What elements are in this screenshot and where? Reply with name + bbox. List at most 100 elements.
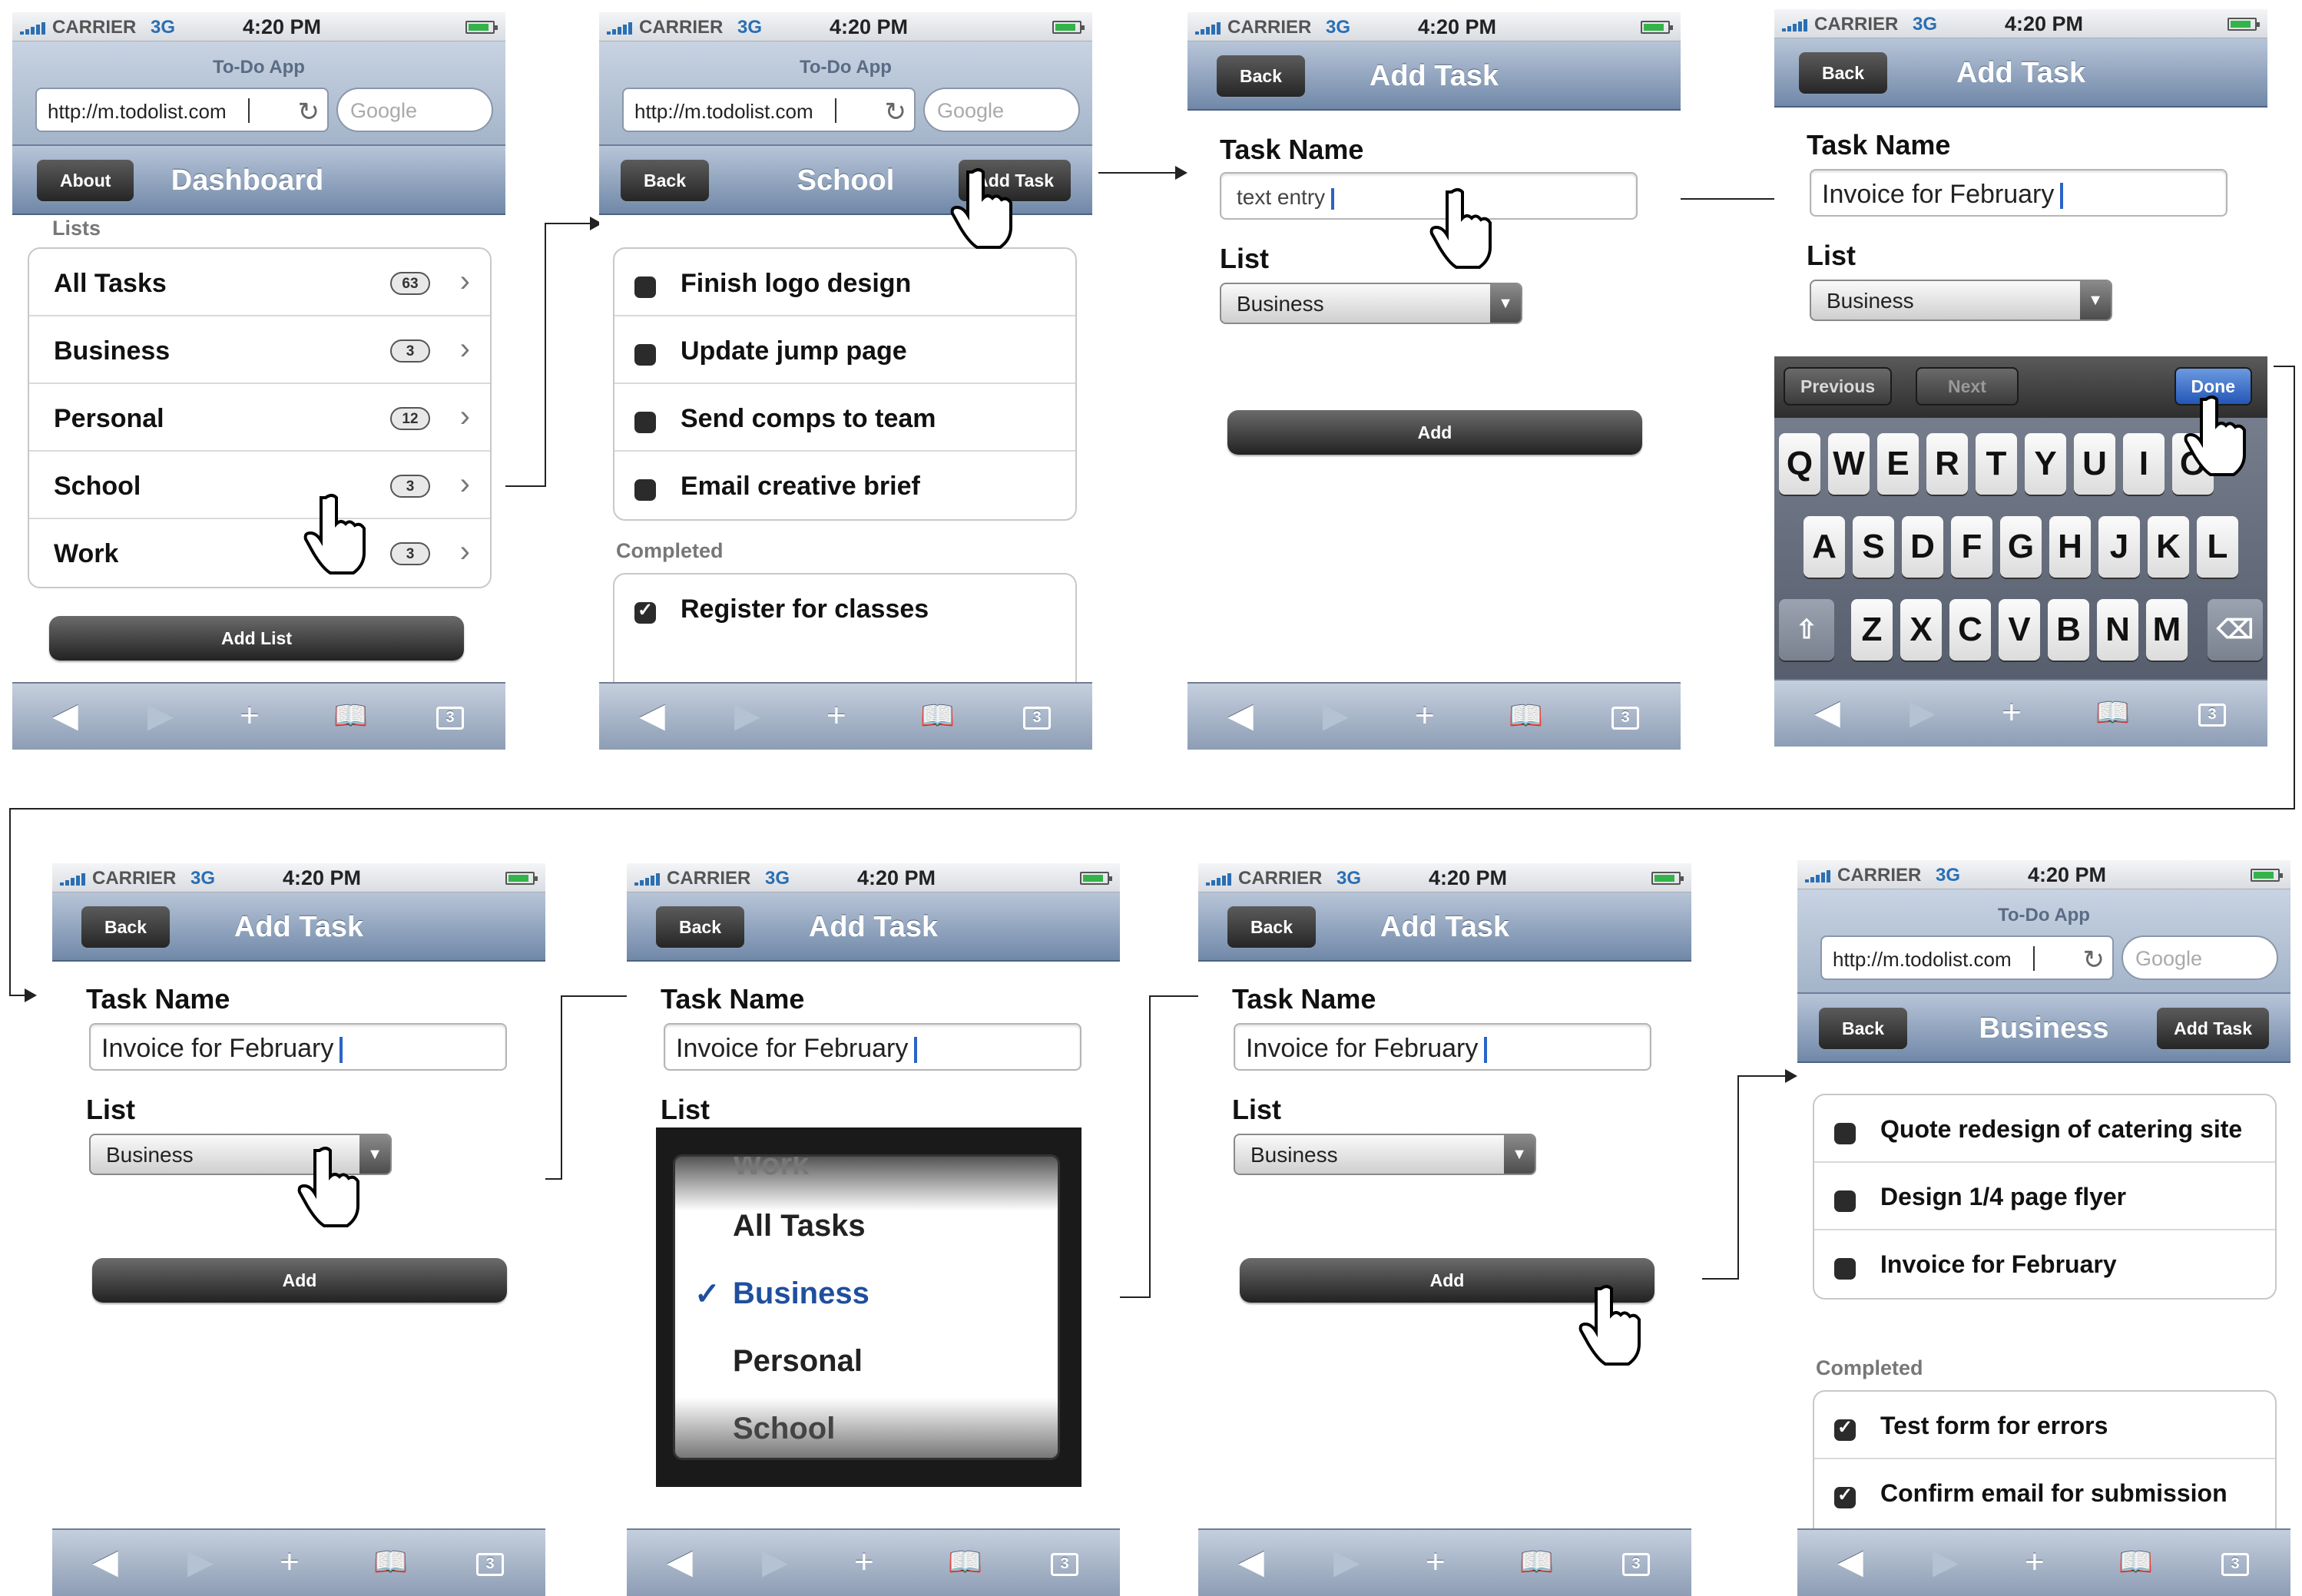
search-input[interactable]: Google — [923, 88, 1080, 132]
url-field[interactable]: http://m.todolist.com ↻ — [622, 88, 916, 132]
forward-arrow-icon[interactable]: ▶ — [147, 696, 174, 736]
back-arrow-icon[interactable]: ◀ — [1238, 1542, 1264, 1582]
add-bookmark-icon[interactable]: + — [2002, 693, 2022, 733]
add-task-button[interactable]: Add Task — [2157, 1008, 2269, 1049]
checkbox[interactable] — [634, 412, 656, 433]
bookmarks-icon[interactable]: 📖 — [2118, 1542, 2153, 1582]
back-arrow-icon[interactable]: ◀ — [92, 1542, 118, 1582]
bookmarks-icon[interactable]: 📖 — [920, 696, 955, 736]
reload-icon[interactable]: ↻ — [2083, 945, 2105, 975]
key[interactable]: M — [2146, 599, 2188, 661]
key[interactable]: U — [2074, 433, 2115, 495]
back-arrow-icon[interactable]: ◀ — [1814, 693, 1840, 733]
bookmarks-icon[interactable]: 📖 — [1519, 1542, 1554, 1582]
key[interactable]: K — [2148, 516, 2189, 578]
bookmarks-icon[interactable]: 📖 — [333, 696, 368, 736]
task-name-field[interactable]: Invoice for February — [1234, 1023, 1651, 1071]
list-item[interactable]: Send comps to team — [614, 384, 1075, 452]
checkbox-checked[interactable] — [1834, 1484, 1856, 1508]
list-item[interactable]: Invoice for February — [1814, 1230, 2275, 1298]
back-arrow-icon[interactable]: ◀ — [52, 696, 78, 736]
url-field[interactable]: http://m.todolist.com ↻ — [35, 88, 329, 132]
list-item[interactable]: Personal 12 › — [29, 384, 490, 452]
previous-button[interactable]: Previous — [1784, 367, 1893, 406]
key[interactable]: S — [1853, 516, 1894, 578]
url-field[interactable]: http://m.todolist.com ↻ — [1820, 935, 2114, 980]
delete-key-icon[interactable]: ⌫ — [2208, 599, 2263, 661]
add-button[interactable]: Add — [1240, 1258, 1654, 1303]
key[interactable]: G — [2000, 516, 2042, 578]
key[interactable]: C — [1949, 599, 1991, 661]
key[interactable]: J — [2098, 516, 2140, 578]
add-bookmark-icon[interactable]: + — [1415, 696, 1435, 736]
next-button[interactable]: Next — [1916, 367, 2019, 406]
key[interactable]: D — [1902, 516, 1943, 578]
checkbox[interactable] — [634, 276, 656, 298]
key[interactable]: N — [2097, 599, 2138, 661]
picker-option-selected[interactable]: Business — [733, 1276, 869, 1311]
reload-icon[interactable]: ↻ — [885, 97, 907, 127]
key[interactable]: X — [1900, 599, 1942, 661]
task-name-field[interactable]: text entry — [1220, 172, 1638, 220]
task-name-field[interactable]: Invoice for February — [664, 1023, 1081, 1071]
checkbox[interactable] — [1834, 1123, 1856, 1144]
list-item[interactable]: Business 3 › — [29, 316, 490, 384]
forward-arrow-icon[interactable]: ▶ — [187, 1542, 214, 1582]
add-bookmark-icon[interactable]: + — [854, 1542, 874, 1582]
forward-arrow-icon[interactable]: ▶ — [1910, 693, 1936, 733]
add-list-button[interactable]: Add List — [49, 616, 464, 661]
search-input[interactable]: Google — [2121, 935, 2278, 980]
key[interactable]: H — [2049, 516, 2091, 578]
add-button[interactable]: Add — [1227, 410, 1642, 455]
list-item[interactable]: Quote redesign of catering site — [1814, 1095, 2275, 1163]
key[interactable]: L — [2197, 516, 2238, 578]
pages-icon[interactable]: 3 — [476, 1553, 504, 1576]
pages-icon[interactable]: 3 — [1051, 1553, 1078, 1576]
back-arrow-icon[interactable]: ◀ — [1837, 1542, 1863, 1582]
bookmarks-icon[interactable]: 📖 — [1509, 696, 1543, 736]
bookmarks-icon[interactable]: 📖 — [948, 1542, 982, 1582]
bookmarks-icon[interactable]: 📖 — [373, 1542, 408, 1582]
key[interactable]: W — [1828, 433, 1870, 495]
list-item[interactable]: Work 3 › — [29, 519, 490, 587]
pages-icon[interactable]: 3 — [1611, 707, 1639, 730]
checkbox[interactable] — [1834, 1190, 1856, 1212]
pages-icon[interactable]: 3 — [2198, 704, 2226, 727]
checkbox-checked[interactable] — [1834, 1416, 1856, 1441]
add-bookmark-icon[interactable]: + — [2025, 1542, 2045, 1582]
add-bookmark-icon[interactable]: + — [280, 1542, 300, 1582]
key[interactable]: I — [2123, 433, 2165, 495]
task-name-field[interactable]: Invoice for February — [89, 1023, 507, 1071]
list-select[interactable]: Business ▼ — [1810, 280, 2112, 321]
checkbox[interactable] — [1834, 1258, 1856, 1280]
key[interactable]: Z — [1851, 599, 1893, 661]
list-select[interactable]: Business ▼ — [1220, 283, 1522, 324]
shift-key-icon[interactable]: ⇧ — [1779, 599, 1834, 661]
search-input[interactable]: Google — [336, 88, 493, 132]
pages-icon[interactable]: 3 — [436, 707, 464, 730]
forward-arrow-icon[interactable]: ▶ — [1333, 1542, 1360, 1582]
pages-icon[interactable]: 3 — [2221, 1553, 2249, 1576]
list-item[interactable]: Design 1/4 page flyer — [1814, 1163, 2275, 1230]
checkbox[interactable] — [634, 479, 656, 501]
add-task-button[interactable]: Add Task — [959, 160, 1071, 201]
list-item[interactable]: Email creative brief — [614, 452, 1075, 519]
list-item[interactable]: Confirm email for submission — [1814, 1459, 2275, 1527]
key[interactable]: V — [1999, 599, 2040, 661]
list-item[interactable]: Finish logo design — [614, 249, 1075, 316]
done-button[interactable]: Done — [2174, 367, 2252, 406]
forward-arrow-icon[interactable]: ▶ — [734, 696, 760, 736]
forward-arrow-icon[interactable]: ▶ — [1933, 1542, 1959, 1582]
picker-option[interactable]: School — [733, 1412, 835, 1446]
picker-option[interactable]: Personal — [733, 1344, 863, 1379]
pages-icon[interactable]: 3 — [1622, 1553, 1650, 1576]
picker-wheel[interactable]: Work All Tasks ✓ Business Personal Schoo… — [673, 1154, 1060, 1460]
key[interactable]: F — [1951, 516, 1992, 578]
picker-option[interactable]: All Tasks — [733, 1209, 866, 1243]
list-picker[interactable]: Work All Tasks ✓ Business Personal Schoo… — [656, 1127, 1081, 1487]
forward-arrow-icon[interactable]: ▶ — [1323, 696, 1349, 736]
key[interactable]: B — [2048, 599, 2089, 661]
add-button[interactable]: Add — [92, 1258, 507, 1303]
list-item[interactable]: Test form for errors — [1814, 1392, 2275, 1459]
pages-icon[interactable]: 3 — [1023, 707, 1051, 730]
